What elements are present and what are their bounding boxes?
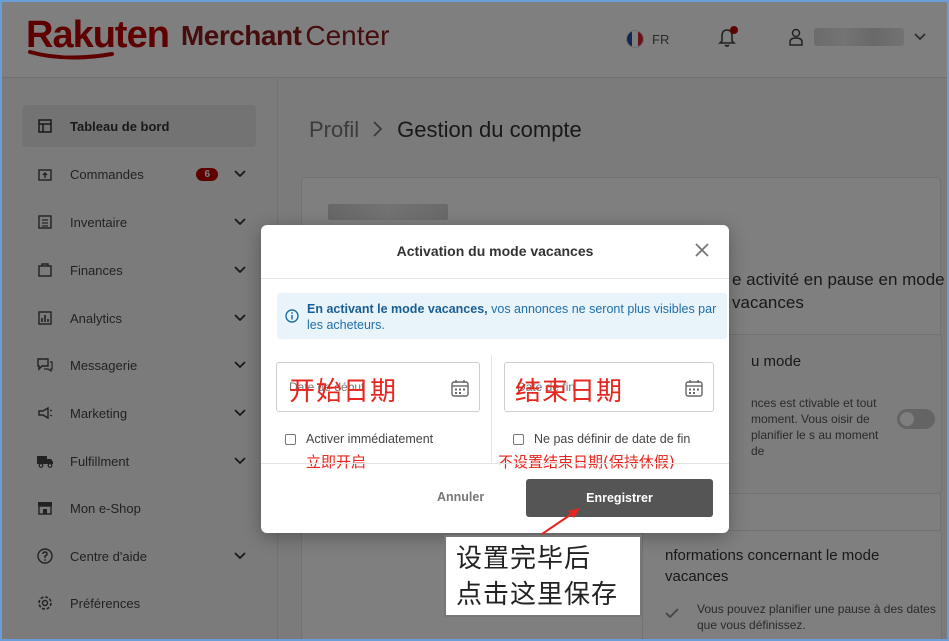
- no-end-date-label: Ne pas définir de date de fin: [534, 432, 691, 446]
- dialog-header: Activation du mode vacances: [261, 225, 729, 279]
- activate-immediately-checkbox[interactable]: [285, 433, 296, 445]
- annotation-end-date: 结束日期: [515, 377, 624, 407]
- info-icon: [285, 309, 299, 323]
- callout-line-2: 点击这里保存: [456, 580, 619, 610]
- app-window: Rakuten Merchant Center FR: [0, 0, 949, 641]
- annotation-start-date: 开始日期: [289, 377, 398, 407]
- close-icon[interactable]: [693, 241, 711, 259]
- dialog-footer: Annuler Enregistrer: [261, 463, 729, 533]
- callout-line-1: 设置完毕后: [456, 544, 592, 574]
- info-text: En activant le mode vacances, vos annonc…: [307, 301, 717, 333]
- calendar-icon[interactable]: [685, 379, 703, 397]
- start-date-field[interactable]: 开始日期: [276, 362, 480, 412]
- vertical-divider: [491, 355, 492, 463]
- info-banner: En activant le mode vacances, vos annonc…: [277, 293, 727, 339]
- no-end-date-checkbox[interactable]: [513, 433, 524, 445]
- calendar-icon[interactable]: [451, 379, 469, 397]
- cancel-button[interactable]: Annuler: [437, 490, 484, 504]
- dialog-title: Activation du mode vacances: [396, 243, 594, 259]
- activate-immediately-option[interactable]: Activer immédiatement: [285, 432, 433, 446]
- vacation-mode-dialog: Activation du mode vacances En activant …: [261, 225, 729, 533]
- annotation-callout: 设置完毕后 点击这里保存: [444, 535, 642, 617]
- no-end-date-option[interactable]: Ne pas définir de date de fin: [513, 432, 690, 446]
- end-date-field[interactable]: 结束日期: [504, 362, 714, 412]
- info-text-bold: En activant le mode vacances,: [307, 302, 488, 316]
- save-button[interactable]: Enregistrer: [526, 479, 713, 517]
- activate-immediately-label: Activer immédiatement: [306, 432, 434, 446]
- callout-text: 设置完毕后 点击这里保存: [456, 541, 640, 613]
